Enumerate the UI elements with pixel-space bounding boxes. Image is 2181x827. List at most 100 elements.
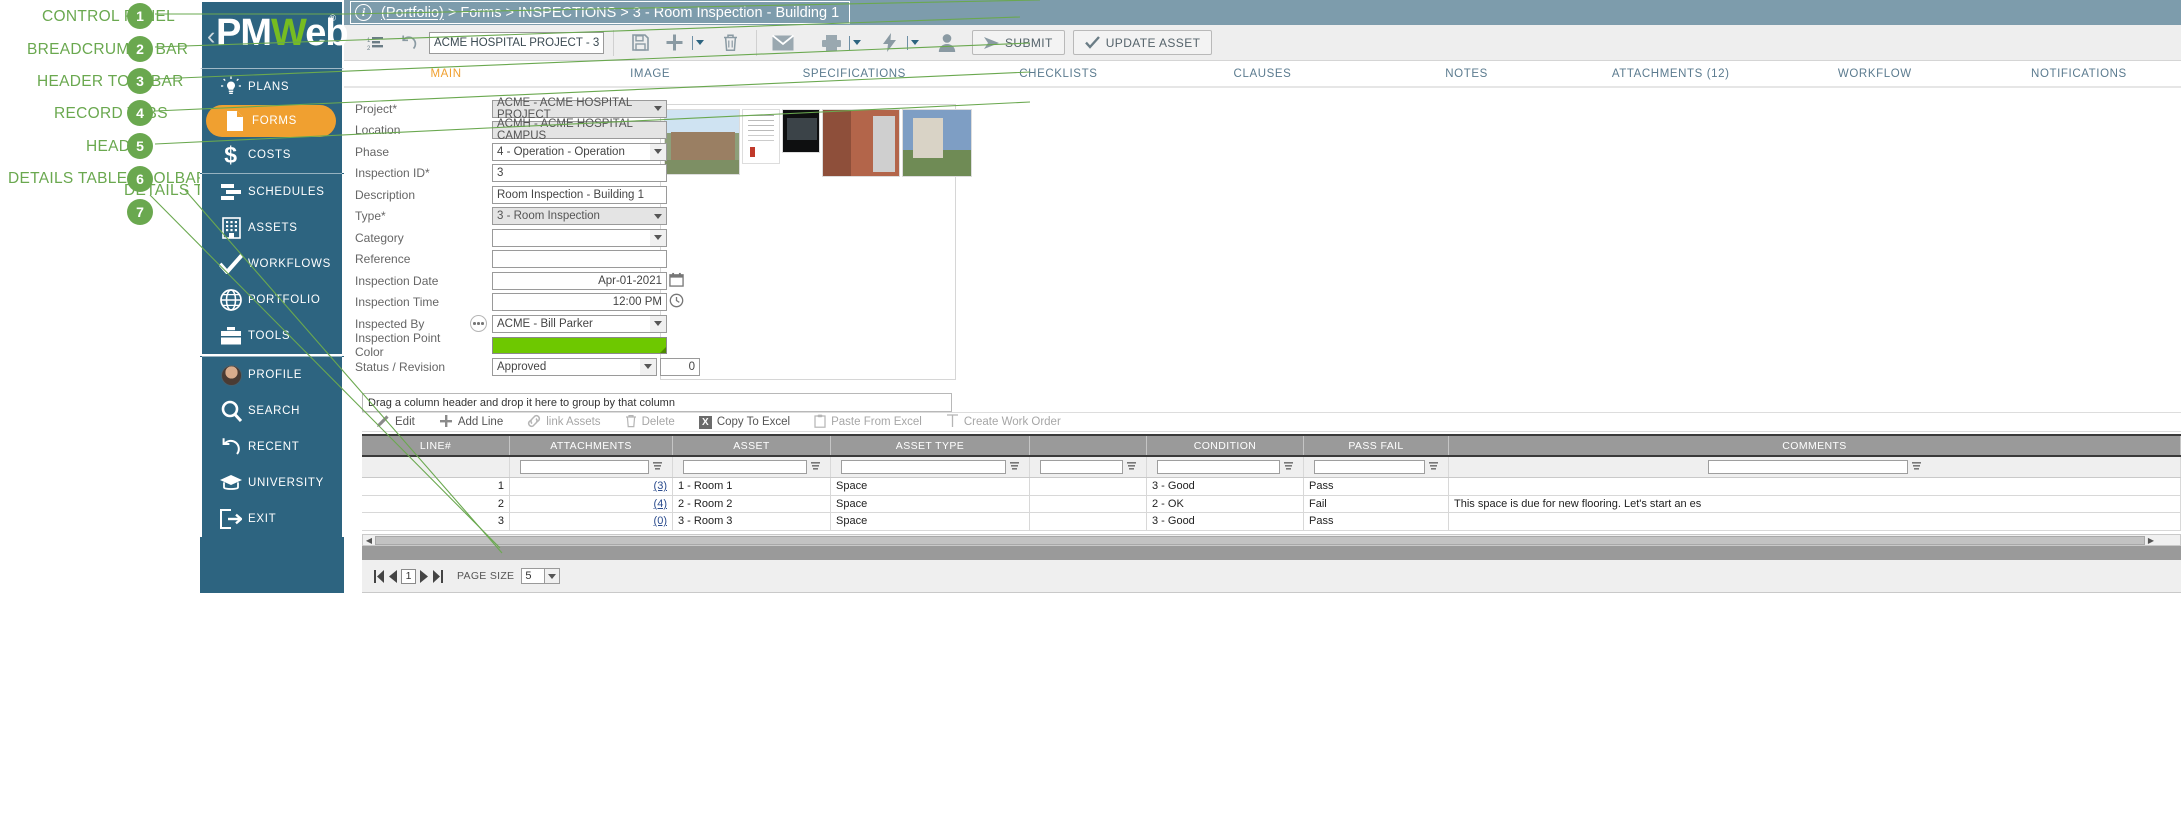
scroll-left-arrow[interactable]: ◀: [363, 535, 375, 545]
inspected-by-select[interactable]: ACME - Bill Parker: [492, 315, 667, 333]
scrollbar-thumb[interactable]: [375, 536, 2145, 545]
status-select[interactable]: Approved: [492, 358, 657, 376]
cell-attachments[interactable]: (0): [510, 513, 673, 530]
breadcrumb-portfolio-link[interactable]: (Portfolio): [381, 5, 444, 21]
cell-attachments[interactable]: (4): [510, 496, 673, 513]
sidebar-item-university[interactable]: UNIVERSITY: [202, 465, 342, 501]
phase-select[interactable]: 4 - Operation - Operation: [492, 143, 667, 161]
tab-notifications[interactable]: NOTIFICATIONS: [1977, 61, 2181, 86]
person-icon[interactable]: [930, 28, 964, 58]
column-header[interactable]: LINE#: [362, 436, 510, 455]
sidebar-item-tools[interactable]: TOOLS: [202, 318, 342, 354]
print-dropdown-caret[interactable]: [853, 40, 861, 45]
column-header[interactable]: CONDITION: [1147, 436, 1304, 455]
chevron-down-icon[interactable]: [650, 207, 667, 225]
sidebar-item-portfolio[interactable]: PORTFOLIO: [202, 282, 342, 318]
column-filter-input[interactable]: [1708, 460, 1908, 474]
current-page[interactable]: 1: [401, 569, 416, 584]
inspection-time-input[interactable]: 12:00 PM: [492, 293, 667, 311]
table-row[interactable]: 3(0)3 - Room 3Space3 - GoodPass: [362, 513, 2181, 531]
location-input[interactable]: ACMH - ACME HOSPITAL CAMPUS: [492, 121, 667, 139]
save-button[interactable]: [623, 28, 657, 58]
chevron-down-icon[interactable]: [650, 143, 667, 161]
column-header[interactable]: PASS FAIL: [1304, 436, 1449, 455]
table-row[interactable]: 1(3)1 - Room 1Space3 - GoodPass: [362, 478, 2181, 496]
tab-main[interactable]: MAIN: [344, 61, 548, 86]
collapse-icon[interactable]: ‹: [207, 22, 215, 51]
column-filter-input[interactable]: [841, 460, 1006, 474]
create-work-order-button[interactable]: Create Work Order: [946, 414, 1061, 431]
submit-button[interactable]: SUBMIT: [972, 30, 1065, 55]
filter-icon[interactable]: [1280, 460, 1294, 475]
add-dropdown-caret[interactable]: [696, 40, 704, 45]
column-header[interactable]: [1030, 436, 1147, 455]
filter-icon[interactable]: [1908, 460, 1922, 475]
tab-specifications[interactable]: SPECIFICATIONS: [752, 61, 956, 86]
cell-attachments[interactable]: (3): [510, 478, 673, 495]
inspection-id-input[interactable]: 3: [492, 164, 667, 182]
column-header[interactable]: ASSET TYPE: [831, 436, 1030, 455]
project-select[interactable]: ACME HOSPITAL PROJECT - 3 - Room: [429, 32, 604, 54]
sidebar-item-schedules[interactable]: SCHEDULES: [202, 174, 342, 210]
lookup-icon[interactable]: [470, 315, 487, 332]
column-header[interactable]: ATTACHMENTS: [510, 436, 673, 455]
prev-page-icon[interactable]: [389, 570, 397, 583]
reference-input[interactable]: [492, 250, 667, 268]
paste-from-excel-button[interactable]: Paste From Excel: [814, 414, 922, 431]
tab-clauses[interactable]: CLAUSES: [1160, 61, 1364, 86]
clock-icon[interactable]: [667, 293, 684, 311]
chevron-down-icon[interactable]: [650, 229, 667, 247]
column-filter-input[interactable]: [1040, 460, 1123, 474]
sidebar-item-plans[interactable]: PLANS: [202, 69, 342, 105]
sidebar-item-assets[interactable]: ASSETS: [202, 210, 342, 246]
table-row[interactable]: 2(4)2 - Room 2Space2 - OKFailThis space …: [362, 496, 2181, 514]
filter-icon[interactable]: [1006, 460, 1020, 475]
print-button[interactable]: [814, 28, 848, 58]
sidebar-item-profile[interactable]: PROFILE: [202, 357, 342, 393]
project-select[interactable]: ACME - ACME HOSPITAL PROJECT: [492, 100, 667, 118]
sidebar-item-forms[interactable]: FORMS: [206, 105, 336, 137]
inspection-point-color-swatch[interactable]: [492, 337, 667, 354]
filter-icon[interactable]: [807, 460, 821, 475]
delete-button[interactable]: Delete: [625, 414, 675, 431]
add-button[interactable]: [657, 28, 691, 58]
page-size-select[interactable]: 5: [521, 568, 560, 584]
description-input[interactable]: Room Inspection - Building 1: [492, 186, 667, 204]
email-button[interactable]: [766, 28, 800, 58]
info-icon[interactable]: i: [355, 4, 372, 21]
chevron-down-icon[interactable]: [650, 100, 667, 118]
type-select[interactable]: 3 - Room Inspection: [492, 207, 667, 225]
horizontal-scrollbar[interactable]: ◀ ▶: [362, 534, 2181, 546]
tab-workflow[interactable]: WORKFLOW: [1773, 61, 1977, 86]
column-header[interactable]: ASSET: [673, 436, 831, 455]
sidebar-item-exit[interactable]: EXIT: [202, 501, 342, 537]
column-header[interactable]: COMMENTS: [1449, 436, 2181, 455]
filter-icon[interactable]: [649, 460, 663, 475]
last-page-icon[interactable]: [432, 570, 443, 583]
group-by-dropzone[interactable]: Drag a column header and drop it here to…: [362, 393, 952, 412]
sidebar-item-costs[interactable]: $COSTS: [202, 137, 342, 173]
revision-value[interactable]: 0: [660, 358, 700, 376]
scroll-right-arrow[interactable]: ▶: [2145, 535, 2157, 545]
chevron-down-icon[interactable]: [640, 358, 657, 376]
column-filter-input[interactable]: [520, 460, 649, 474]
chevron-down-icon[interactable]: [650, 315, 667, 333]
calendar-icon[interactable]: [667, 272, 684, 290]
column-filter-input[interactable]: [1157, 460, 1280, 474]
update-asset-button[interactable]: UPDATE ASSET: [1073, 30, 1213, 55]
column-filter-input[interactable]: [683, 460, 807, 474]
sidebar-item-recent[interactable]: RECENT: [202, 429, 342, 465]
first-page-icon[interactable]: [374, 570, 385, 583]
tab-attachments-12[interactable]: ATTACHMENTS (12): [1569, 61, 1773, 86]
numbered-list-icon[interactable]: 12: [358, 28, 392, 58]
filter-icon[interactable]: [1425, 460, 1439, 475]
inspection-date-input[interactable]: Apr-01-2021: [492, 272, 667, 290]
category-select[interactable]: [492, 229, 667, 247]
sidebar-item-search[interactable]: SEARCH: [202, 393, 342, 429]
logo[interactable]: ‹ PMWeb ®: [200, 0, 344, 69]
delete-button[interactable]: [713, 28, 747, 58]
sidebar-item-workflows[interactable]: WORKFLOWS: [202, 246, 342, 282]
next-page-icon[interactable]: [420, 570, 428, 583]
undo-icon[interactable]: [392, 28, 426, 58]
edit-button[interactable]: Edit: [376, 414, 415, 431]
